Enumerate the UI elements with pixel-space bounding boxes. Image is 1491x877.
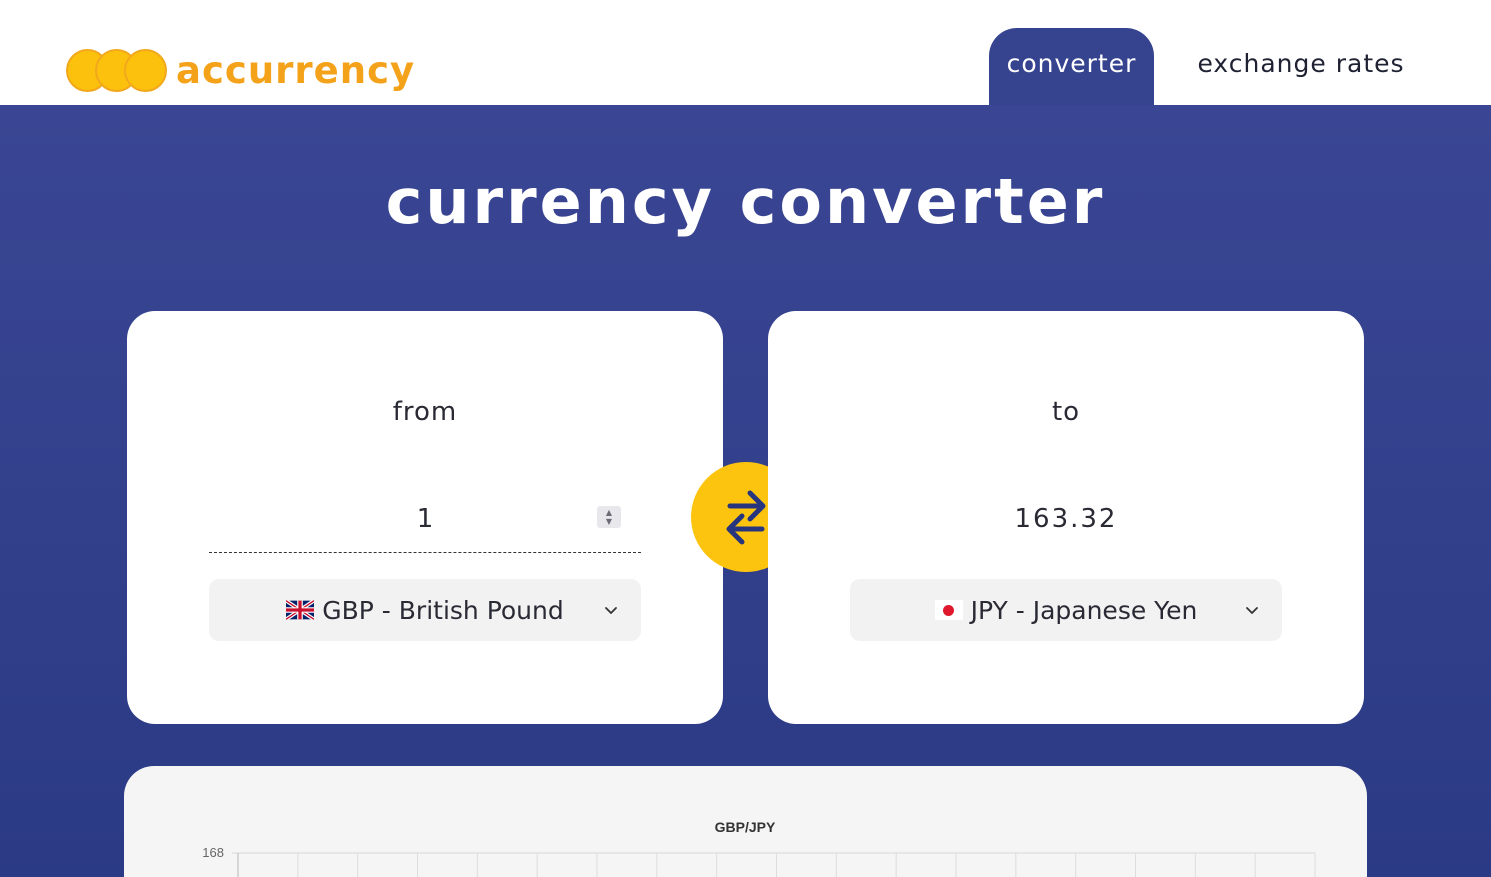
logo-text: accurrency: [176, 48, 416, 92]
tab-exchange-rates[interactable]: exchange rates: [1178, 28, 1424, 105]
uk-flag-icon: [286, 600, 315, 620]
from-amount-field: ▲ ▼: [209, 491, 641, 553]
spinner-down-icon[interactable]: ▼: [606, 517, 612, 526]
chart-y-ticks: 168: [202, 845, 224, 860]
top-header: accurrency converter exchange rates: [0, 0, 1491, 105]
from-label: from: [392, 397, 458, 427]
chart-title: GBP/JPY: [715, 819, 776, 835]
tab-converter[interactable]: converter: [989, 28, 1154, 105]
chevron-down-icon: [1246, 607, 1258, 614]
chart-grid: [232, 852, 1316, 877]
from-card: from ▲ ▼ GBP - British Pound: [127, 311, 723, 724]
page-title: currency converter: [385, 165, 1106, 238]
spinner-up-icon[interactable]: ▲: [606, 508, 612, 517]
number-spinner[interactable]: ▲ ▼: [597, 506, 621, 528]
from-currency-select[interactable]: GBP - British Pound: [209, 579, 641, 641]
rate-chart-panel: GBP/JPY 168: [124, 766, 1367, 877]
to-currency-label: JPY - Japanese Yen: [970, 595, 1198, 625]
rate-chart[interactable]: GBP/JPY 168: [124, 766, 1367, 877]
to-card: to 163.32 JPY - Japanese Yen: [768, 311, 1364, 724]
to-currency-select[interactable]: JPY - Japanese Yen: [850, 579, 1282, 641]
brand-logo[interactable]: accurrency: [66, 46, 415, 94]
coins-icon: [66, 46, 170, 94]
chevron-down-icon: [605, 607, 617, 614]
converter-section: currency converter from ▲ ▼ GBP - Britis…: [0, 105, 1491, 877]
swap-arrows-icon: [726, 490, 766, 545]
y-tick-label: 168: [202, 845, 224, 860]
converted-amount: 163.32: [1014, 504, 1118, 534]
japan-flag-icon: [934, 600, 963, 620]
to-label: to: [1051, 397, 1081, 427]
amount-input[interactable]: [209, 491, 641, 552]
from-currency-label: GBP - British Pound: [322, 595, 564, 625]
